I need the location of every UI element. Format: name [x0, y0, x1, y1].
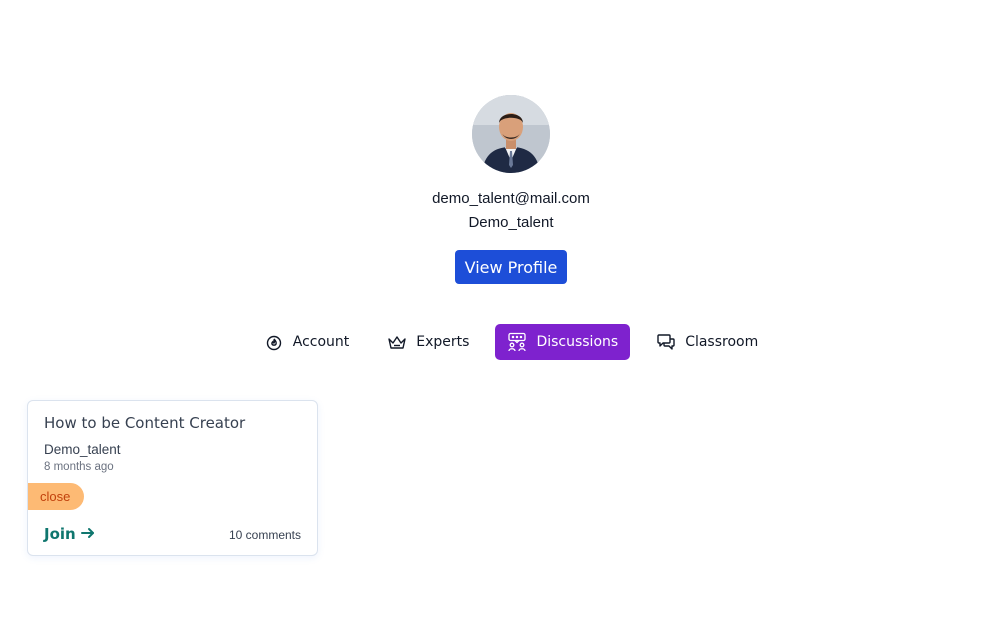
discussion-card[interactable]: How to be Content Creator Demo_talent 8 … [27, 400, 318, 556]
discussion-timestamp: 8 months ago [44, 461, 114, 473]
tab-discussions[interactable]: Discussions [495, 324, 631, 360]
profile-username: Demo_talent [468, 214, 554, 231]
join-label: Join [44, 525, 76, 543]
arrow-right-icon [80, 525, 95, 543]
comments-count: 10 comments [228, 528, 301, 542]
status-badge: close [28, 483, 84, 510]
profile-email: demo_talent@mail.com [432, 190, 590, 207]
discussion-icon [507, 332, 527, 352]
badge-flame-icon [264, 332, 284, 352]
discussion-title: How to be Content Creator [44, 414, 246, 432]
profile-section: demo_talent@mail.com Demo_talent View Pr… [0, 0, 1000, 284]
tab-classroom[interactable]: Classroom [644, 324, 770, 360]
discussion-author: Demo_talent [44, 442, 121, 457]
join-link[interactable]: Join [44, 525, 95, 543]
tab-account[interactable]: Account [252, 324, 362, 360]
view-profile-button[interactable]: View Profile [454, 250, 568, 284]
tab-label: Discussions [536, 334, 619, 350]
tab-label: Experts [416, 334, 470, 350]
tab-label: Account [292, 334, 350, 350]
tab-bar: Account Experts Discussions Classroom [0, 324, 1000, 360]
tab-experts[interactable]: Experts [375, 324, 481, 360]
chat-bubbles-icon [656, 332, 676, 352]
crown-icon [387, 332, 407, 352]
avatar[interactable] [472, 95, 550, 173]
tab-label: Classroom [685, 334, 759, 350]
